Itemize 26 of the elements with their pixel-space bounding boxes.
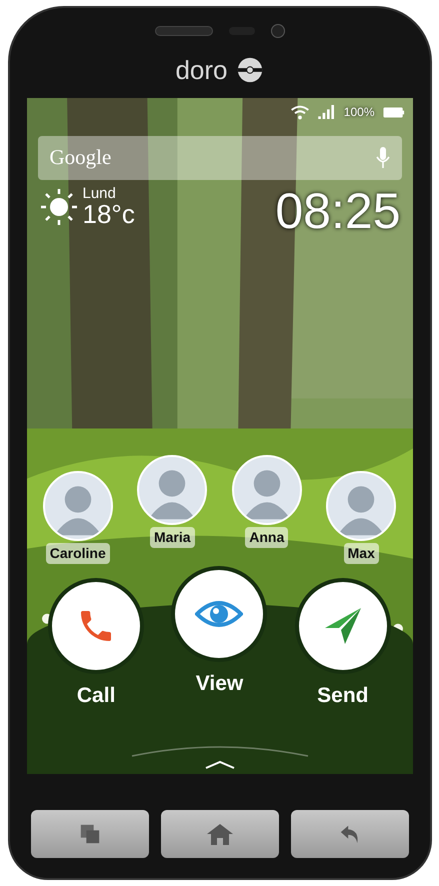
eye-icon — [195, 598, 244, 630]
home-icon — [204, 822, 234, 846]
brand-logo: doro — [175, 57, 228, 83]
back-key[interactable] — [290, 810, 408, 858]
action-label: Call — [76, 683, 116, 709]
paper-plane-icon — [322, 606, 363, 646]
recent-apps-key[interactable] — [30, 810, 148, 858]
camera-lens — [270, 24, 284, 38]
contact-name[interactable]: Caroline — [46, 543, 110, 564]
overlapping-squares-icon — [78, 823, 100, 845]
contact-name[interactable]: Max — [344, 543, 379, 564]
weather-temperature: 18°c — [82, 201, 135, 227]
battery-percent: 100% — [344, 104, 374, 121]
action-label: View — [196, 671, 244, 697]
back-arrow-icon — [338, 823, 360, 845]
contact-name[interactable]: Anna — [245, 527, 288, 548]
speaker-grille — [154, 26, 212, 36]
clock-time: 08:25 — [275, 186, 400, 236]
contact-name[interactable]: Maria — [150, 527, 195, 548]
logo-mark-icon — [236, 56, 264, 84]
sun-icon — [38, 186, 78, 226]
home-key[interactable] — [160, 810, 278, 858]
weather-city: Lund — [82, 186, 117, 201]
action-label: Send — [317, 683, 368, 709]
wifi-icon — [290, 104, 310, 120]
signal-icon — [318, 105, 336, 119]
